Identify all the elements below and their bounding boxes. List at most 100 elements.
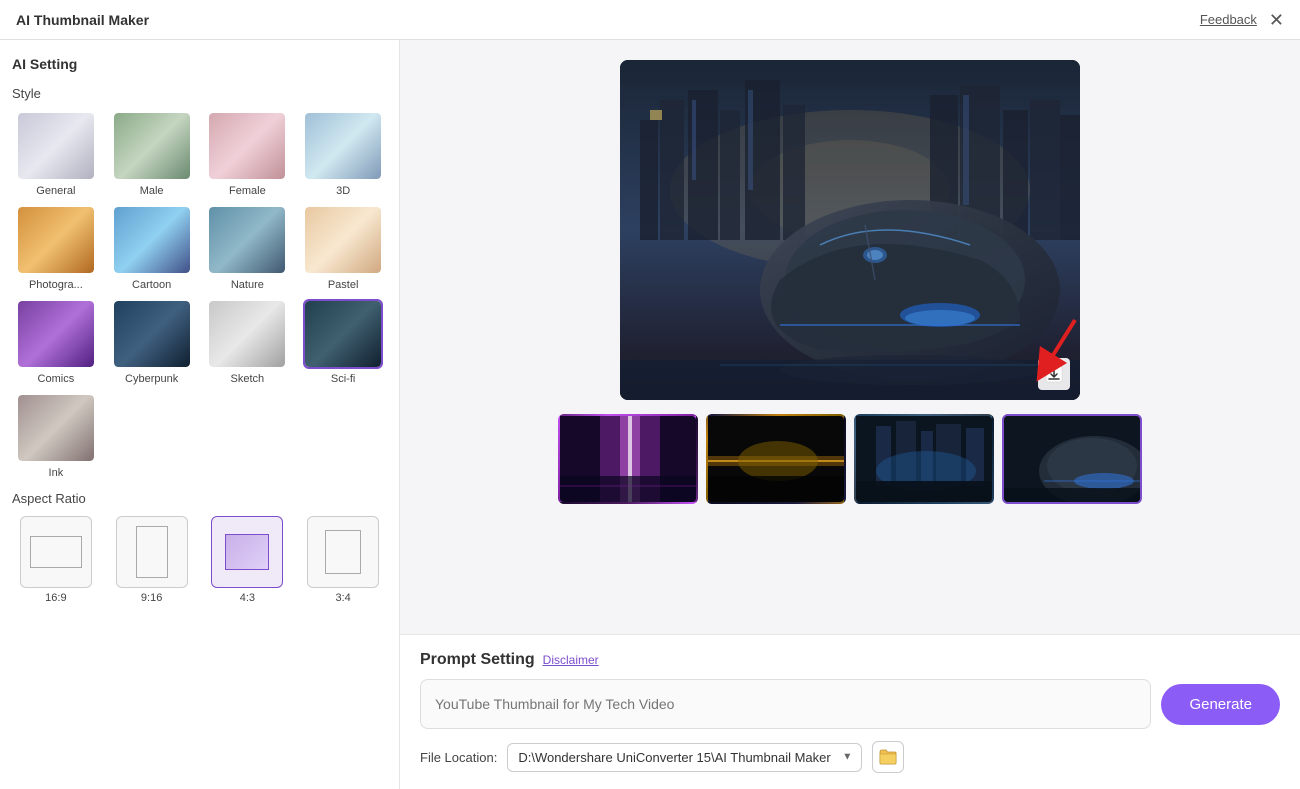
aspect-item-16-9[interactable]: 16:9 (12, 516, 100, 604)
style-thumb-cyberpunk (112, 299, 192, 369)
style-thumb-comics (16, 299, 96, 369)
right-panel: Prompt Setting Disclaimer Generate File … (400, 40, 1300, 789)
style-img-cartoon (114, 207, 190, 273)
sidebar: AI Setting Style General Male Female (0, 40, 400, 789)
prompt-title: Prompt Setting (420, 651, 535, 669)
style-label-general: General (36, 185, 75, 197)
style-img-ink (18, 395, 94, 461)
aspect-item-9-16[interactable]: 9:16 (108, 516, 196, 604)
style-label-scifi: Sci-fi (331, 373, 355, 385)
aspect-grid: 16:9 9:16 4:3 3:4 (12, 516, 387, 604)
titlebar-actions: Feedback ✕ (1200, 11, 1284, 29)
style-label-cyberpunk: Cyberpunk (125, 373, 178, 385)
style-label-sketch: Sketch (231, 373, 265, 385)
thumb-lines-3 (856, 416, 992, 502)
aspect-item-4-3[interactable]: 4:3 (204, 516, 292, 604)
download-button[interactable] (1038, 358, 1070, 390)
aspect-box-9-16 (116, 516, 188, 588)
style-thumb-female (207, 111, 287, 181)
bottom-section: Prompt Setting Disclaimer Generate File … (400, 634, 1300, 789)
main-preview (620, 60, 1080, 400)
disclaimer-link[interactable]: Disclaimer (543, 653, 599, 667)
style-thumb-ink (16, 393, 96, 463)
thumbnail-item-4[interactable] (1002, 414, 1142, 504)
style-item-cyberpunk[interactable]: Cyberpunk (108, 299, 196, 385)
thumbnail-item-3[interactable] (854, 414, 994, 504)
close-button[interactable]: ✕ (1269, 11, 1284, 29)
style-grid: General Male Female 3D (12, 111, 387, 479)
style-item-ink[interactable]: Ink (12, 393, 100, 479)
aspect-inner-3-4 (325, 530, 361, 574)
style-img-male (114, 113, 190, 179)
download-icon (1045, 365, 1063, 383)
style-item-scifi[interactable]: Sci-fi (299, 299, 387, 385)
style-img-general (18, 113, 94, 179)
aspect-label-16-9: 16:9 (45, 592, 66, 604)
style-thumb-scifi (303, 299, 383, 369)
style-img-photogra (18, 207, 94, 273)
style-item-3d[interactable]: 3D (299, 111, 387, 197)
style-img-female (209, 113, 285, 179)
style-item-female[interactable]: Female (204, 111, 292, 197)
aspect-label-9-16: 9:16 (141, 592, 162, 604)
feedback-link[interactable]: Feedback (1200, 12, 1257, 27)
thumb-lines-1 (560, 416, 696, 502)
style-label-male: Male (140, 185, 164, 197)
app-title: AI Thumbnail Maker (16, 12, 149, 28)
style-label-nature: Nature (231, 279, 264, 291)
style-item-photogra[interactable]: Photogra... (12, 205, 100, 291)
ai-setting-title: AI Setting (12, 56, 387, 72)
style-label-female: Female (229, 185, 266, 197)
aspect-box-3-4 (307, 516, 379, 588)
style-item-nature[interactable]: Nature (204, 205, 292, 291)
style-label-comics: Comics (38, 373, 75, 385)
style-img-nature (209, 207, 285, 273)
preview-image (620, 60, 1080, 400)
style-thumb-cartoon (112, 205, 192, 275)
style-thumb-male (112, 111, 192, 181)
style-img-cyberpunk (114, 301, 190, 367)
preview-svg (620, 60, 1080, 400)
aspect-inner-9-16 (136, 526, 168, 578)
prompt-input[interactable] (420, 679, 1151, 729)
file-location-label: File Location: (420, 750, 497, 765)
style-item-pastel[interactable]: Pastel (299, 205, 387, 291)
style-item-sketch[interactable]: Sketch (204, 299, 292, 385)
style-thumb-3d (303, 111, 383, 181)
thumb-lines-4 (1004, 416, 1140, 502)
file-location-select[interactable]: D:\Wondershare UniConverter 15\AI Thumbn… (507, 743, 862, 772)
aspect-inner-16-9 (30, 536, 82, 568)
thumbnail-item-2[interactable] (706, 414, 846, 504)
style-img-scifi (305, 301, 381, 367)
folder-icon (879, 749, 897, 765)
style-img-comics (18, 301, 94, 367)
style-thumb-nature (207, 205, 287, 275)
thumb-lines-2 (708, 416, 844, 502)
style-item-male[interactable]: Male (108, 111, 196, 197)
prompt-header: Prompt Setting Disclaimer (420, 651, 1280, 669)
aspect-label-3-4: 3:4 (335, 592, 350, 604)
thumb-svg-2 (708, 416, 844, 502)
style-label-ink: Ink (49, 467, 64, 479)
thumbnail-strip (558, 414, 1142, 504)
style-label-photogra: Photogra... (29, 279, 83, 291)
preview-area (400, 40, 1300, 634)
aspect-ratio-label: Aspect Ratio (12, 491, 387, 506)
style-item-comics[interactable]: Comics (12, 299, 100, 385)
folder-button[interactable] (872, 741, 904, 773)
style-label-pastel: Pastel (328, 279, 359, 291)
thumbnail-item-1[interactable] (558, 414, 698, 504)
style-label-3d: 3D (336, 185, 350, 197)
aspect-box-4-3 (211, 516, 283, 588)
style-item-general[interactable]: General (12, 111, 100, 197)
file-location-select-wrapper: D:\Wondershare UniConverter 15\AI Thumbn… (507, 743, 862, 772)
generate-button[interactable]: Generate (1161, 684, 1280, 725)
aspect-item-3-4[interactable]: 3:4 (299, 516, 387, 604)
style-img-pastel (305, 207, 381, 273)
style-thumb-pastel (303, 205, 383, 275)
style-label: Style (12, 86, 387, 101)
aspect-inner-4-3 (225, 534, 269, 570)
titlebar: AI Thumbnail Maker Feedback ✕ (0, 0, 1300, 40)
aspect-box-16-9 (20, 516, 92, 588)
style-item-cartoon[interactable]: Cartoon (108, 205, 196, 291)
